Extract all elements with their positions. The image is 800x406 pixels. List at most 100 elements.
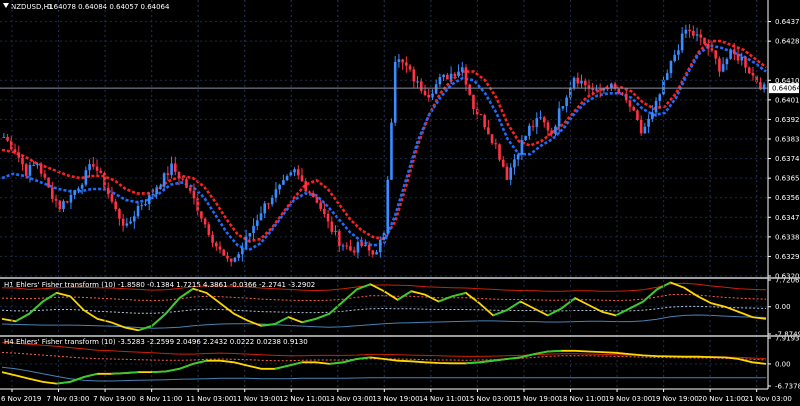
candle-body xyxy=(110,194,114,202)
candle-body xyxy=(397,59,401,62)
trading-chart[interactable]: 0.64064 0.64370 0.64280 0.64100 0.64010 0.63… xyxy=(0,0,800,406)
candle-body xyxy=(95,166,99,171)
candle-body xyxy=(226,255,229,259)
time-tick-label: 7 Nov 03:00 xyxy=(47,395,90,403)
candle-body xyxy=(62,201,65,210)
candle-body xyxy=(296,169,300,176)
candle-body xyxy=(88,164,91,171)
candle-body xyxy=(144,204,147,206)
candle-body xyxy=(334,230,337,232)
candle-body xyxy=(177,171,181,179)
price-tick-label: 0.63920 xyxy=(775,116,800,124)
h4-fisher-rising-segment xyxy=(547,349,562,353)
candle-body xyxy=(337,230,341,247)
price-tick-label: 0.64100 xyxy=(775,77,800,85)
candle-body xyxy=(84,170,88,185)
candle-body xyxy=(147,195,151,205)
candle-body xyxy=(237,254,240,258)
time-tick-label: 11 Nov 19:00 xyxy=(233,395,280,403)
candle-body xyxy=(505,166,509,180)
candle-body xyxy=(386,179,390,233)
candle-body xyxy=(457,71,460,76)
candle-body xyxy=(468,84,472,95)
candle-body xyxy=(550,130,554,134)
candle-body xyxy=(501,159,505,167)
candle-body xyxy=(643,126,647,134)
candle-body xyxy=(233,257,237,262)
time-tick-label: 13 Nov 03:00 xyxy=(326,395,373,403)
candle-body xyxy=(352,250,356,253)
candle-body xyxy=(412,69,416,82)
candle-body xyxy=(114,201,117,210)
candle-body xyxy=(349,246,352,251)
candle-body xyxy=(173,163,177,172)
candle-body xyxy=(725,58,729,65)
candle-body xyxy=(203,218,207,225)
candle-body xyxy=(453,73,457,76)
time-tick-label: 8 Nov 11:00 xyxy=(140,395,183,403)
time-tick-label: 15 Nov 19:00 xyxy=(512,395,559,403)
candle-body xyxy=(326,214,330,222)
candle-body xyxy=(479,114,483,116)
time-tick-label: 21 Nov 03:00 xyxy=(745,395,792,403)
candle-body xyxy=(423,90,427,95)
candle-body xyxy=(192,190,196,199)
candle-body xyxy=(751,73,755,76)
candle-body xyxy=(647,118,650,127)
h4-fisher-rising-segment xyxy=(111,372,125,375)
candle-body xyxy=(446,74,449,80)
candle-body xyxy=(28,165,32,176)
price-tick-label: 0.63650 xyxy=(775,175,800,183)
time-tick-label: 20 Nov 11:00 xyxy=(698,395,745,403)
candle-body xyxy=(624,93,628,101)
candle-body xyxy=(658,94,662,101)
candle-body xyxy=(554,126,557,134)
candle-body xyxy=(214,242,218,247)
current-price-label: 0.64064 xyxy=(772,85,800,93)
time-tick-label: 6 Nov 2019 xyxy=(1,395,41,403)
h4-fisher-rising-segment xyxy=(152,370,166,374)
candle-body xyxy=(73,190,76,195)
candle-body xyxy=(77,188,80,191)
candle-body xyxy=(561,106,565,109)
time-tick-label: 15 Nov 03:00 xyxy=(465,395,512,403)
candle-body xyxy=(524,135,527,141)
candle-body xyxy=(636,110,639,121)
candle-body xyxy=(673,54,676,62)
candle-body xyxy=(248,232,252,237)
candle-body xyxy=(24,164,28,176)
candle-body xyxy=(695,34,699,36)
candle-body xyxy=(47,177,50,188)
candle-body xyxy=(483,115,486,128)
candle-body xyxy=(125,223,129,226)
candle-body xyxy=(438,77,442,85)
candle-body xyxy=(267,203,270,205)
candle-body xyxy=(427,94,431,98)
candle-body xyxy=(509,167,513,180)
candle-body xyxy=(583,80,587,86)
candle-body xyxy=(721,64,725,72)
candle-body xyxy=(259,213,263,221)
candle-body xyxy=(531,125,535,127)
candle-body xyxy=(595,89,598,91)
candle-body xyxy=(632,106,636,111)
candle-body xyxy=(293,169,296,173)
candle-body xyxy=(200,211,203,219)
candle-body xyxy=(151,194,155,196)
time-tick-label: 19 Nov 19:00 xyxy=(652,395,699,403)
h4-fisher-rising-segment xyxy=(465,361,480,365)
candle-body xyxy=(692,30,695,36)
price-tick-label: 0.63560 xyxy=(775,194,800,202)
candle-body xyxy=(136,205,140,217)
candle-body xyxy=(162,173,166,187)
candle-body xyxy=(319,202,322,209)
candle-body xyxy=(6,136,9,141)
time-tick-label: 18 Nov 11:00 xyxy=(558,395,605,403)
candle-body xyxy=(13,149,17,153)
candle-body xyxy=(434,84,438,94)
candle-body xyxy=(654,100,658,113)
candle-body xyxy=(651,112,654,119)
candle-body xyxy=(405,62,408,66)
candle-body xyxy=(729,49,732,59)
candle-body xyxy=(669,61,673,74)
